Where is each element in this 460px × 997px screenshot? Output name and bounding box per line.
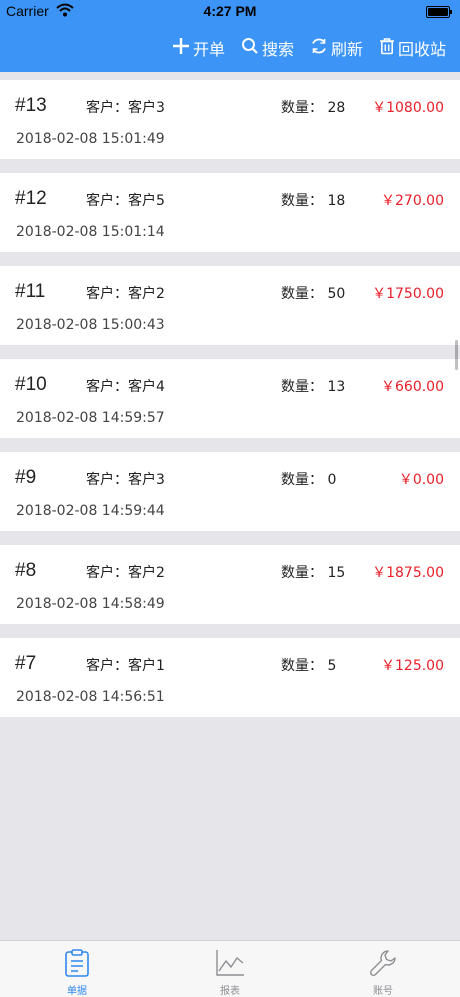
new-order-label: 开单 [192, 40, 225, 59]
order-id: #13 [15, 95, 47, 116]
order-id: #7 [15, 653, 37, 674]
order-amount: ￥125.00 [381, 658, 444, 674]
order-quantity: 数量： 18 [281, 193, 346, 209]
clipboard-icon [64, 949, 90, 981]
order-id: #10 [15, 374, 47, 395]
clock: 4:27 PM [203, 3, 257, 19]
tab-orders-label: 单据 [67, 986, 87, 997]
search-icon [241, 37, 262, 59]
order-quantity: 数量： 13 [281, 379, 346, 395]
refresh-button[interactable]: 刷新 [310, 36, 363, 60]
order-row[interactable]: #13 客户：客户3 数量： 28 ￥1080.00 2018-02-08 15… [0, 80, 460, 159]
recycle-bin-button[interactable]: 回收站 [379, 36, 446, 60]
new-order-button[interactable]: 开单 [172, 36, 225, 60]
navigation-bar: 开单 搜索 刷新 回收站 [0, 24, 460, 72]
order-quantity: 数量： 15 [281, 565, 346, 581]
battery-icon [426, 6, 452, 18]
order-amount: ￥270.00 [381, 193, 444, 209]
recycle-bin-label: 回收站 [397, 40, 446, 59]
order-customer: 客户：客户5 [86, 193, 165, 209]
order-customer: 客户：客户3 [86, 100, 165, 116]
status-bar: Carrier 4:27 PM [0, 0, 460, 24]
order-customer: 客户：客户4 [86, 379, 165, 395]
tab-account-label: 账号 [373, 986, 393, 997]
nav-actions: 开单 搜索 刷新 回收站 [156, 24, 446, 72]
order-row[interactable]: #11 客户：客户2 数量： 50 ￥1750.00 2018-02-08 15… [0, 266, 460, 345]
order-quantity: 数量： 5 [281, 658, 337, 674]
order-amount: ￥660.00 [381, 379, 444, 395]
order-row[interactable]: #12 客户：客户5 数量： 18 ￥270.00 2018-02-08 15:… [0, 173, 460, 252]
search-label: 搜索 [261, 40, 294, 59]
plus-icon [172, 37, 193, 59]
order-row[interactable]: #8 客户：客户2 数量： 15 ￥1875.00 2018-02-08 14:… [0, 545, 460, 624]
order-id: #12 [15, 188, 47, 209]
wrench-icon [369, 950, 397, 981]
search-button[interactable]: 搜索 [241, 36, 294, 60]
order-quantity: 数量： 50 [281, 286, 346, 302]
tab-reports[interactable]: 报表 [190, 949, 270, 997]
order-row[interactable]: #10 客户：客户4 数量： 13 ￥660.00 2018-02-08 14:… [0, 359, 460, 438]
refresh-label: 刷新 [330, 40, 363, 59]
order-id: #11 [15, 281, 46, 302]
order-datetime: 2018-02-08 14:56:51 [16, 689, 165, 705]
order-datetime: 2018-02-08 15:01:49 [16, 131, 165, 147]
order-customer: 客户：客户2 [86, 286, 165, 302]
tab-bar: 单据 报表 账号 [0, 940, 460, 997]
order-amount: ￥0.00 [398, 472, 444, 488]
tab-orders[interactable]: 单据 [37, 949, 117, 997]
order-quantity: 数量： 28 [281, 100, 346, 116]
order-amount: ￥1875.00 [372, 565, 444, 581]
order-list: #13 客户：客户3 数量： 28 ￥1080.00 2018-02-08 15… [0, 80, 460, 731]
order-customer: 客户：客户3 [86, 472, 165, 488]
order-datetime: 2018-02-08 15:01:14 [16, 224, 165, 240]
order-id: #8 [15, 560, 37, 581]
scroll-indicator[interactable] [455, 340, 458, 370]
order-id: #9 [15, 467, 37, 488]
refresh-icon [310, 37, 331, 59]
order-datetime: 2018-02-08 14:59:44 [16, 503, 165, 519]
order-customer: 客户：客户2 [86, 565, 165, 581]
order-row[interactable]: #7 客户：客户1 数量： 5 ￥125.00 2018-02-08 14:56… [0, 638, 460, 717]
order-amount: ￥1750.00 [372, 286, 444, 302]
order-datetime: 2018-02-08 14:59:57 [16, 410, 165, 426]
order-datetime: 2018-02-08 14:58:49 [16, 596, 165, 612]
order-row[interactable]: #9 客户：客户3 数量： 0 ￥0.00 2018-02-08 14:59:4… [0, 452, 460, 531]
chart-icon [215, 950, 245, 981]
trash-icon [379, 37, 398, 59]
tab-account[interactable]: 账号 [343, 949, 423, 997]
order-customer: 客户：客户1 [86, 658, 165, 674]
tab-reports-label: 报表 [220, 986, 240, 997]
order-quantity: 数量： 0 [281, 472, 337, 488]
order-amount: ￥1080.00 [372, 100, 444, 116]
order-datetime: 2018-02-08 15:00:43 [16, 317, 165, 333]
